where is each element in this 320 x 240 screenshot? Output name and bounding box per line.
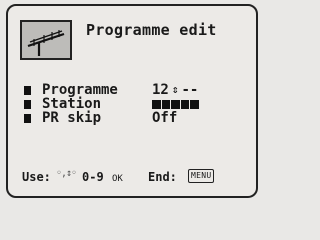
menu-key-icon: MENU [188,169,215,183]
station-char-block [152,100,161,109]
programme-number: 12 [152,82,169,98]
station-char-block [171,100,180,109]
tv-screen: Programme edit Programme 12⇕-- Station [0,0,268,206]
antenna-icon [20,20,72,60]
use-label: Use: [22,170,51,184]
setting-label: PR skip [42,110,102,126]
setting-label: Station [42,96,102,112]
station-char-block [161,100,171,109]
antenna-graphic [27,30,65,56]
pr-skip-value: Off [152,110,178,126]
digit-keys-hint: 0-9 [82,170,104,184]
station-char-block [180,100,190,109]
station-char-block [190,100,199,109]
setting-label: Programme [42,82,118,98]
setting-row-pr-skip[interactable]: PR skip Off [24,110,254,126]
row-bullet [24,114,31,123]
row-bullet [24,100,31,109]
row-bullet [24,86,31,95]
programme-value: 12 ⇕ -- [152,83,198,97]
page-title: Programme edit [86,21,217,39]
end-label: End: [148,170,177,184]
up-down-arrow-icon: ⇕ [171,83,179,96]
ok-key-hint: OK [112,174,123,184]
programme-extra: -- [181,82,199,98]
station-name-blocks [152,100,199,109]
navigation-arrows-icon: ◦,↕◦ [56,168,77,179]
osd-menu-panel: Programme edit Programme 12⇕-- Station [6,4,258,198]
